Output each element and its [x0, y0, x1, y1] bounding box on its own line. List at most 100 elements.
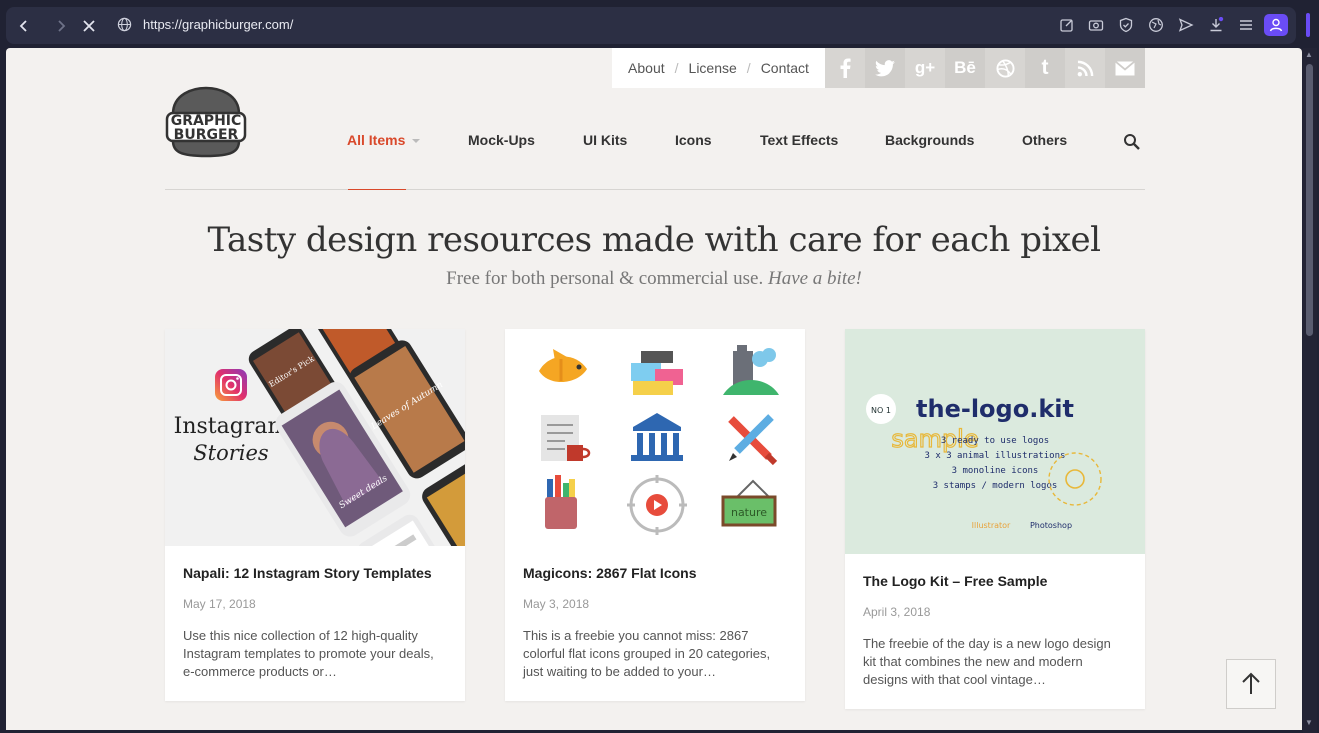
search-icon[interactable] — [1123, 133, 1141, 151]
kit-line: 3 ready to use logos — [941, 436, 1049, 446]
scrollbar-thumb[interactable] — [1306, 64, 1313, 336]
nav-active-indicator — [348, 189, 406, 190]
kit-badge: NO 1 — [871, 406, 891, 415]
subtitle-emphasis: Have a bite! — [767, 268, 862, 289]
logo-line2: BURGER — [174, 127, 239, 143]
nav-mockups[interactable]: Mock-Ups — [468, 132, 535, 148]
mail-icon[interactable] — [1105, 48, 1145, 88]
menu-icon[interactable] — [1238, 17, 1254, 33]
behance-icon[interactable]: Bē — [945, 48, 985, 88]
post-excerpt: The freebie of the day is a new logo des… — [863, 636, 1111, 687]
kit-line: 3 stamps / modern logos — [933, 481, 1058, 491]
chevron-left-icon — [19, 20, 27, 32]
top-links: About / License / Contact — [612, 48, 825, 88]
thumb-line2: Stories — [193, 441, 269, 465]
post-body: Napali: 12 Instagram Story Templates May… — [165, 546, 465, 701]
sign-text: nature — [731, 506, 767, 519]
browser-chrome: https://graphicburger.com/ — [0, 0, 1319, 50]
chevron-down-icon — [412, 139, 421, 144]
nav-label: All Items — [347, 132, 406, 148]
rss-icon[interactable] — [1065, 48, 1105, 88]
post-card[interactable]: NO 1 the-logo.kit sample 3 ready to use … — [845, 329, 1145, 709]
social-links: g+ Bē t — [825, 48, 1145, 88]
post-body: Magicons: 2867 Flat Icons May 3, 2018 Th… — [505, 546, 805, 701]
instagram-stories-thumbnail: Instagram Stories Editor's Pick Sweet de… — [174, 329, 465, 546]
bank-icon — [631, 413, 683, 461]
nature-sign-icon: nature — [721, 479, 777, 527]
edit-icon[interactable] — [1059, 17, 1075, 33]
dribbble-icon[interactable] — [985, 48, 1025, 88]
nav-backgrounds[interactable]: Backgrounds — [885, 132, 974, 148]
camera-icon[interactable] — [1088, 17, 1104, 33]
post-thumbnail[interactable]: Instagram Stories Editor's Pick Sweet de… — [165, 329, 465, 546]
page-subtitle: Free for both personal & commercial use.… — [6, 268, 1302, 290]
post-thumbnail[interactable]: NO 1 the-logo.kit sample 3 ready to use … — [845, 329, 1145, 554]
chevron-right-icon — [58, 20, 66, 32]
close-icon — [83, 20, 95, 32]
nav-text-effects[interactable]: Text Effects — [760, 132, 838, 148]
subtitle-text: Free for both personal & commercial use. — [446, 268, 764, 289]
target-icon — [627, 475, 687, 535]
post-body: The Logo Kit – Free Sample April 3, 2018… — [845, 554, 1145, 709]
post-thumbnail[interactable]: nature — [505, 329, 805, 546]
post-date: May 3, 2018 — [523, 597, 590, 611]
kit-line: 3 x 3 animal illustrations — [925, 451, 1066, 461]
download-icon[interactable] — [1208, 17, 1224, 33]
license-link[interactable]: License — [689, 60, 737, 76]
back-button[interactable] — [15, 18, 33, 34]
post-date: May 17, 2018 — [183, 597, 256, 611]
flat-icons-thumbnail: nature — [539, 345, 779, 535]
page-scrollbar[interactable]: ▲ ▼ — [1303, 48, 1317, 733]
forward-button[interactable] — [52, 18, 70, 34]
newspaper-cup-icon — [541, 415, 591, 461]
kit-footer: Illustrator — [972, 521, 1011, 530]
separator: / — [746, 60, 751, 76]
nav-divider — [165, 189, 1145, 190]
page-title: Tasty design resources made with care fo… — [207, 220, 1101, 260]
design-tools-icon — [728, 414, 778, 466]
stop-loading-button[interactable] — [80, 18, 98, 34]
post-title[interactable]: Napali: 12 Instagram Story Templates — [183, 565, 447, 581]
post-title[interactable]: Magicons: 2867 Flat Icons — [523, 565, 787, 581]
boxes-icon — [631, 351, 683, 395]
logo-kit-thumbnail: NO 1 the-logo.kit sample 3 ready to use … — [866, 394, 1102, 530]
pencil-cup-icon — [545, 475, 577, 529]
kit-footer: Photoshop — [1030, 521, 1072, 530]
post-card[interactable]: Instagram Stories Editor's Pick Sweet de… — [165, 329, 465, 701]
nav-others[interactable]: Others — [1022, 132, 1067, 148]
sidebar-toggle[interactable] — [1306, 13, 1310, 37]
thumb-line1: Instagram — [174, 414, 289, 439]
nav-icons[interactable]: Icons — [675, 132, 712, 148]
post-card[interactable]: nature Magicons: 2867 Flat Icons May 3, … — [505, 329, 805, 701]
nav-ui-kits[interactable]: UI Kits — [583, 132, 627, 148]
separator: / — [674, 60, 679, 76]
facebook-icon[interactable] — [825, 48, 865, 88]
kit-line: 3 monoline icons — [952, 466, 1039, 476]
scroll-down-icon[interactable]: ▼ — [1305, 718, 1313, 727]
post-title[interactable]: The Logo Kit – Free Sample — [863, 573, 1127, 589]
vpn-globe-icon[interactable] — [1148, 17, 1164, 33]
profile-button[interactable] — [1264, 14, 1288, 36]
globe-icon — [117, 17, 132, 32]
about-link[interactable]: About — [628, 60, 665, 76]
burger-logo-icon: GRAPHIC BURGER — [165, 86, 247, 158]
post-excerpt: This is a freebie you cannot miss: 2867 … — [523, 628, 771, 679]
contact-link[interactable]: Contact — [761, 60, 809, 76]
url-text[interactable]: https://graphicburger.com/ — [143, 17, 293, 32]
kit-name: the-logo.kit — [916, 395, 1074, 423]
post-date: April 3, 2018 — [863, 605, 931, 619]
site-logo[interactable]: GRAPHIC BURGER — [165, 86, 247, 163]
nav-all-items[interactable]: All Items — [347, 132, 421, 148]
scroll-up-icon[interactable]: ▲ — [1305, 50, 1313, 59]
send-icon[interactable] — [1178, 17, 1194, 33]
arrow-up-icon — [1242, 672, 1260, 694]
city-icon — [723, 345, 779, 395]
fish-icon — [539, 349, 587, 383]
shield-icon[interactable] — [1118, 17, 1134, 33]
twitter-icon[interactable] — [865, 48, 905, 88]
tumblr-icon[interactable]: t — [1025, 48, 1065, 88]
googleplus-icon[interactable]: g+ — [905, 48, 945, 88]
user-icon — [1269, 18, 1283, 32]
back-to-top-button[interactable] — [1226, 659, 1276, 709]
post-excerpt: Use this nice collection of 12 high-qual… — [183, 628, 434, 679]
